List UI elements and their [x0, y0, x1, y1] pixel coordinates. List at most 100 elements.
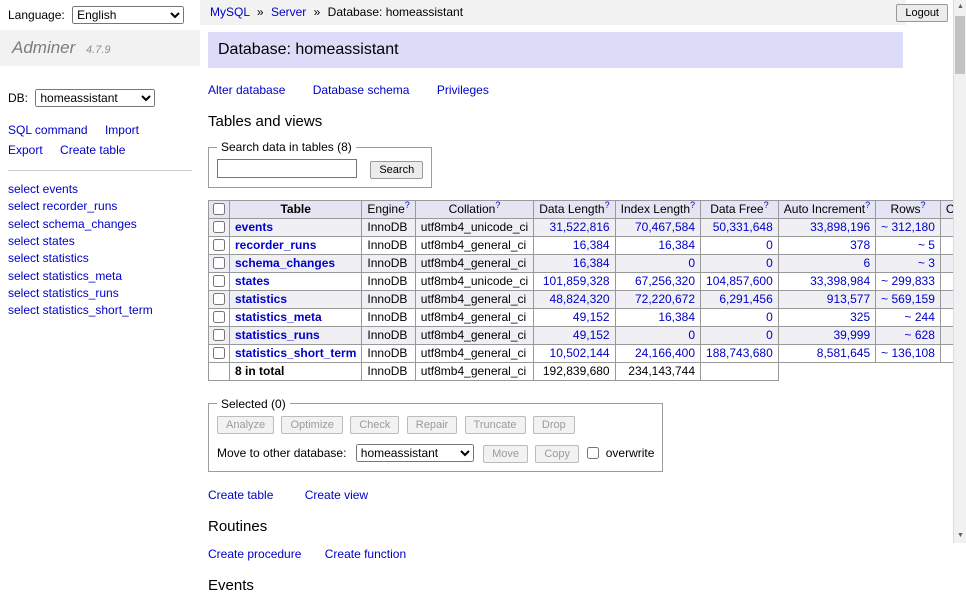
scroll-up-icon[interactable]: ▲: [954, 0, 966, 14]
overwrite-checkbox[interactable]: [587, 447, 599, 459]
copy-button[interactable]: Copy: [535, 445, 579, 463]
data-free-link[interactable]: 104,857,600: [706, 274, 773, 288]
rows-count-link[interactable]: ~ 244: [905, 310, 935, 324]
auto-increment-link[interactable]: 6: [863, 256, 870, 270]
auto-increment-link[interactable]: 39,999: [833, 328, 870, 342]
data-free-link[interactable]: 188,743,680: [706, 346, 773, 360]
sidebar-item-select-statistics-short-term[interactable]: select statistics_short_term: [8, 302, 192, 319]
truncate-button[interactable]: Truncate: [465, 416, 526, 434]
index-length-link[interactable]: 67,256,320: [635, 274, 695, 288]
sidebar-link-export[interactable]: Export: [8, 143, 43, 157]
row-checkbox[interactable]: [213, 347, 225, 359]
data-length-link[interactable]: 16,384: [573, 256, 610, 270]
breadcrumb-server[interactable]: Server: [271, 5, 306, 19]
rows-count-link[interactable]: ~ 5: [918, 238, 935, 252]
data-length-link[interactable]: 48,824,320: [550, 292, 610, 306]
auto-increment-link[interactable]: 325: [850, 310, 870, 324]
search-button[interactable]: Search: [370, 161, 423, 179]
drop-button[interactable]: Drop: [533, 416, 575, 434]
index-length-link[interactable]: 0: [688, 328, 695, 342]
data-free-link[interactable]: 0: [766, 238, 773, 252]
data-free-link[interactable]: 6,291,456: [719, 292, 772, 306]
row-checkbox[interactable]: [213, 257, 225, 269]
rows-count-link[interactable]: ~ 3: [918, 256, 935, 270]
sidebar-link-create-table[interactable]: Create table: [60, 143, 125, 157]
language-select[interactable]: English: [72, 6, 184, 24]
sidebar-item-select-events[interactable]: select events: [8, 181, 192, 198]
data-length-link[interactable]: 101,859,328: [543, 274, 610, 288]
data-length-link[interactable]: 49,152: [573, 310, 610, 324]
data-length-link[interactable]: 31,522,816: [550, 220, 610, 234]
scrollbar-thumb[interactable]: [955, 16, 965, 74]
database-schema-link[interactable]: Database schema: [313, 83, 410, 97]
help-link-icon[interactable]: ?: [921, 200, 926, 210]
overwrite-label[interactable]: overwrite: [606, 446, 655, 460]
index-length-link[interactable]: 70,467,584: [635, 220, 695, 234]
sidebar-item-select-statistics[interactable]: select statistics: [8, 250, 192, 267]
row-checkbox[interactable]: [213, 311, 225, 323]
sidebar-link-sql-command[interactable]: SQL command: [8, 123, 88, 137]
help-link-icon[interactable]: ?: [865, 200, 870, 210]
table-link[interactable]: events: [235, 220, 273, 234]
db-select[interactable]: homeassistant: [35, 89, 155, 107]
table-link[interactable]: statistics_short_term: [235, 346, 356, 360]
optimize-button[interactable]: Optimize: [281, 416, 342, 434]
index-length-link[interactable]: 24,166,400: [635, 346, 695, 360]
rows-count-link[interactable]: ~ 569,159: [881, 292, 935, 306]
index-length-link[interactable]: 72,220,672: [635, 292, 695, 306]
auto-increment-link[interactable]: 8,581,645: [817, 346, 870, 360]
data-free-link[interactable]: 0: [766, 256, 773, 270]
logout-button[interactable]: Logout: [896, 4, 948, 22]
table-link[interactable]: statistics: [235, 292, 287, 306]
sidebar-item-select-recorder-runs[interactable]: select recorder_runs: [8, 198, 192, 215]
table-link[interactable]: statistics_meta: [235, 310, 322, 324]
auto-increment-link[interactable]: 913,577: [827, 292, 870, 306]
auto-increment-link[interactable]: 33,398,984: [810, 274, 870, 288]
repair-button[interactable]: Repair: [407, 416, 457, 434]
index-length-link[interactable]: 16,384: [658, 238, 695, 252]
select-all-checkbox[interactable]: [213, 203, 225, 215]
table-link[interactable]: recorder_runs: [235, 238, 316, 252]
sidebar-item-select-states[interactable]: select states: [8, 233, 192, 250]
help-link-icon[interactable]: ?: [690, 200, 695, 210]
data-free-link[interactable]: 0: [766, 328, 773, 342]
rows-count-link[interactable]: ~ 312,180: [881, 220, 935, 234]
move-db-select[interactable]: homeassistant: [356, 444, 474, 462]
sidebar-item-select-statistics-meta[interactable]: select statistics_meta: [8, 268, 192, 285]
rows-count-link[interactable]: ~ 136,108: [881, 346, 935, 360]
rows-count-link[interactable]: ~ 299,833: [881, 274, 935, 288]
row-checkbox[interactable]: [213, 239, 225, 251]
breadcrumb-mysql[interactable]: MySQL: [210, 5, 250, 19]
rows-count-link[interactable]: ~ 628: [905, 328, 935, 342]
help-link-icon[interactable]: ?: [764, 200, 769, 210]
data-free-link[interactable]: 0: [766, 310, 773, 324]
data-length-link[interactable]: 16,384: [573, 238, 610, 252]
auto-increment-link[interactable]: 378: [850, 238, 870, 252]
row-checkbox[interactable]: [213, 221, 225, 233]
data-free-link[interactable]: 50,331,648: [713, 220, 773, 234]
create-function-link[interactable]: Create function: [325, 547, 406, 561]
table-link[interactable]: schema_changes: [235, 256, 335, 270]
help-link-icon[interactable]: ?: [605, 200, 610, 210]
sidebar-item-select-statistics-runs[interactable]: select statistics_runs: [8, 285, 192, 302]
analyze-button[interactable]: Analyze: [217, 416, 274, 434]
create-table-link[interactable]: Create table: [208, 488, 273, 502]
sidebar-link-import[interactable]: Import: [105, 123, 139, 137]
create-view-link[interactable]: Create view: [305, 488, 368, 502]
row-checkbox[interactable]: [213, 275, 225, 287]
auto-increment-link[interactable]: 33,898,196: [810, 220, 870, 234]
row-checkbox[interactable]: [213, 293, 225, 305]
sidebar-item-select-schema-changes[interactable]: select schema_changes: [8, 216, 192, 233]
create-procedure-link[interactable]: Create procedure: [208, 547, 301, 561]
index-length-link[interactable]: 16,384: [658, 310, 695, 324]
search-input[interactable]: [217, 159, 357, 178]
index-length-link[interactable]: 0: [688, 256, 695, 270]
privileges-link[interactable]: Privileges: [437, 83, 489, 97]
data-length-link[interactable]: 49,152: [573, 328, 610, 342]
help-link-icon[interactable]: ?: [405, 200, 410, 210]
table-link[interactable]: statistics_runs: [235, 328, 320, 342]
check-button[interactable]: Check: [350, 416, 399, 434]
row-checkbox[interactable]: [213, 329, 225, 341]
scroll-down-icon[interactable]: ▼: [954, 529, 966, 543]
data-length-link[interactable]: 10,502,144: [550, 346, 610, 360]
